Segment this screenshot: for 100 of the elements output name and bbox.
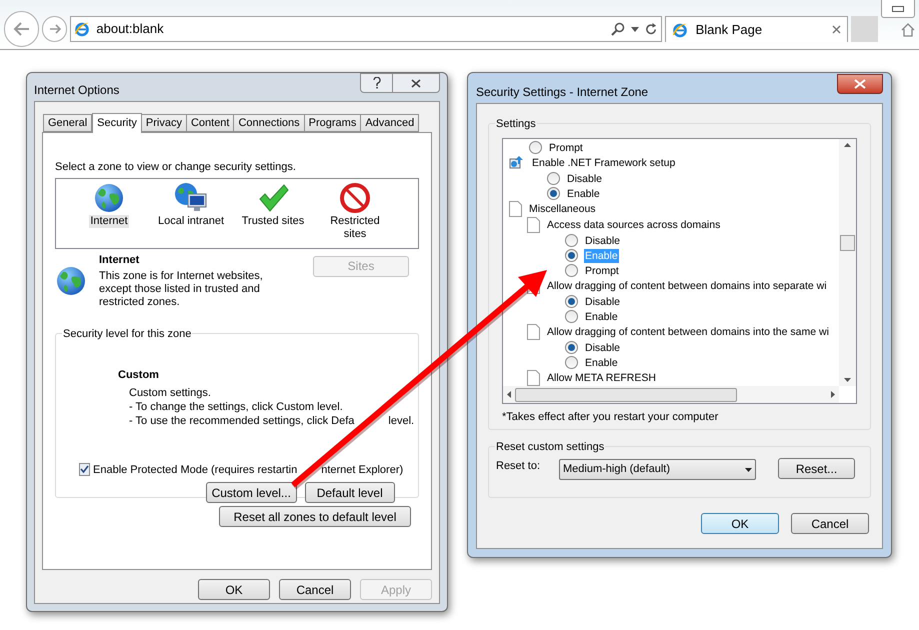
group-title: Security level for this zone — [62, 326, 192, 342]
radio-button[interactable] — [565, 341, 578, 354]
radio-button[interactable] — [529, 141, 542, 154]
dropdown-arrow-icon[interactable] — [630, 26, 639, 32]
document-icon — [509, 201, 522, 217]
tab[interactable]: Security — [92, 113, 142, 133]
option-label: Enable — [584, 310, 619, 324]
reset-button[interactable]: Reset... — [778, 458, 855, 479]
close-icon — [411, 78, 421, 88]
help-button[interactable] — [360, 73, 393, 93]
close-button[interactable] — [393, 73, 440, 93]
scroll-thumb[interactable] — [840, 234, 855, 250]
zone-label[interactable]: Trusted sites — [240, 214, 306, 228]
zone-label[interactable]: Restricted sites — [317, 214, 393, 240]
checkbox-label: nternet Explorer) — [321, 462, 404, 478]
scroll-up-icon[interactable] — [844, 143, 851, 147]
tab[interactable]: Privacy — [140, 114, 187, 132]
radio-button[interactable] — [565, 249, 578, 262]
radio-button[interactable] — [565, 264, 578, 277]
back-button[interactable] — [4, 11, 40, 47]
footnote: *Takes effect after you restart your computer — [502, 410, 720, 425]
field-label: Reset to: — [496, 459, 542, 474]
document-icon — [527, 324, 540, 340]
dialog-button[interactable]: OK — [198, 579, 270, 600]
option-label: Enable — [566, 186, 601, 200]
address-bar[interactable]: about:blank — [70, 16, 662, 42]
reset-select[interactable]: Medium-high (default) — [559, 459, 756, 480]
document-icon — [527, 370, 540, 386]
tab[interactable]: Programs — [304, 114, 362, 132]
option-label: Disable — [584, 234, 622, 248]
setting-label: Allow dragging of content between domains into the same wi — [546, 325, 830, 339]
level-description: - To use the recommended settings, click Defa — [129, 414, 354, 428]
document-icon — [527, 217, 540, 233]
close-icon — [854, 79, 866, 89]
instruction-text: Select a zone to view or change security settings. — [55, 160, 297, 175]
forward-button[interactable] — [42, 16, 68, 42]
close-button[interactable] — [837, 74, 883, 94]
category-label: Miscellaneous — [528, 202, 597, 216]
help-icon — [372, 77, 380, 89]
radio-button[interactable] — [565, 310, 578, 323]
close-icon[interactable] — [832, 25, 841, 34]
radio-button[interactable] — [547, 172, 560, 185]
option-label: Disable — [584, 340, 622, 354]
checkbox-label: Enable Protected Mode (requires restartin — [93, 462, 298, 478]
globe-icon — [55, 264, 87, 296]
option-label: Disable — [566, 172, 604, 186]
radio-button[interactable] — [565, 356, 578, 369]
no-entry-icon — [339, 182, 371, 214]
zone-description: This zone is for Internet websites, except those listed in trusted and restricted zones. — [99, 270, 264, 309]
dialog-button[interactable]: Cancel — [279, 579, 351, 600]
tab[interactable]: Content — [186, 114, 234, 132]
scroll-down-icon[interactable] — [844, 378, 851, 382]
option-label: Prompt — [548, 140, 584, 154]
reset-all-button[interactable]: Reset all zones to default level — [219, 506, 411, 527]
setting-label: Allow dragging of content between domains into separate wi — [546, 279, 828, 293]
window-title: Internet Options — [34, 82, 120, 99]
group-title: Settings — [495, 116, 537, 132]
group-title: Reset custom settings — [495, 439, 606, 456]
scroll-right-icon[interactable] — [831, 391, 835, 398]
scroll-left-icon[interactable] — [507, 391, 511, 398]
level-title: Custom — [118, 368, 160, 383]
home-icon[interactable] — [900, 23, 915, 37]
setting-label: Access data sources across domains — [546, 218, 722, 232]
tab[interactable]: Connections — [233, 114, 305, 132]
browser-logo-icon — [74, 21, 90, 37]
tab-title: Blank Page — [696, 20, 764, 39]
forward-arrow-icon — [48, 22, 62, 36]
checkmark-icon — [257, 182, 289, 214]
globe-with-monitor-icon — [174, 182, 208, 214]
zone-label[interactable]: Internet — [89, 214, 129, 228]
vertical-scrollbar[interactable] — [839, 139, 856, 386]
scroll-thumb[interactable] — [515, 388, 737, 402]
option-label: Enable — [584, 356, 619, 370]
level-button[interactable]: Custom level... — [206, 482, 296, 503]
option-label: Enable — [584, 248, 619, 262]
search-icon[interactable] — [610, 22, 625, 36]
checkbox[interactable] — [79, 463, 90, 476]
zone-title: Internet — [99, 252, 140, 268]
refresh-icon[interactable] — [644, 22, 658, 36]
dropdown-arrow-icon — [745, 468, 752, 472]
level-description: - To change the settings, click Custom level. — [129, 400, 343, 414]
level-description: Custom settings. — [129, 386, 211, 400]
dialog-button[interactable]: OK — [701, 513, 779, 534]
setting-label: Enable .NET Framework setup — [531, 156, 676, 170]
radio-button[interactable] — [565, 234, 578, 247]
level-description: level. — [388, 414, 414, 428]
level-button[interactable]: Default level — [304, 482, 395, 503]
option-label: Disable — [584, 294, 622, 308]
zone-label[interactable]: Local intranet — [156, 214, 226, 228]
radio-button[interactable] — [565, 295, 578, 308]
window-title: Security Settings - Internet Zone — [476, 84, 650, 101]
network-setup-icon — [509, 155, 525, 171]
tab[interactable]: Advanced — [360, 114, 420, 132]
dialog-button[interactable]: Cancel — [791, 513, 869, 534]
horizontal-scrollbar[interactable] — [503, 386, 839, 403]
globe-icon — [93, 182, 125, 214]
minimize-button[interactable] — [880, 0, 915, 18]
browser-tab[interactable]: Blank Page — [664, 16, 848, 42]
radio-button[interactable] — [547, 187, 560, 200]
tab[interactable]: General — [43, 114, 92, 132]
